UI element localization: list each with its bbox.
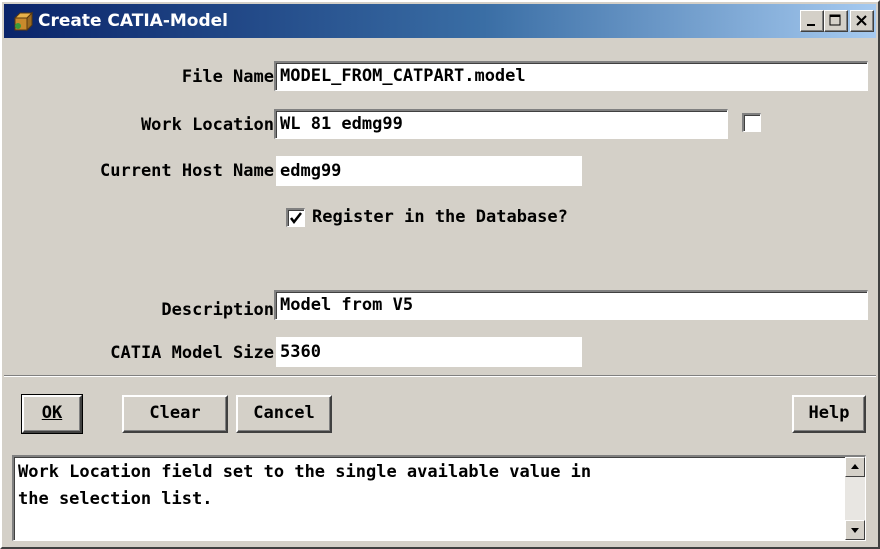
file-name-field[interactable]: MODEL_FROM_CATPART.model bbox=[274, 61, 868, 91]
close-button[interactable] bbox=[850, 10, 874, 32]
window-title: Create CATIA-Model bbox=[38, 11, 229, 31]
ok-button-label: OK bbox=[41, 403, 63, 423]
work-location-label: Work Location bbox=[140, 115, 274, 135]
ok-button[interactable]: OK bbox=[21, 394, 83, 434]
catia-app-icon bbox=[12, 10, 34, 32]
work-location-checkbox[interactable] bbox=[742, 113, 761, 132]
current-host-name-label: Current Host Name bbox=[100, 161, 274, 181]
work-location-field[interactable]: WL 81 edmg99 bbox=[274, 109, 728, 139]
register-checkbox[interactable] bbox=[286, 208, 305, 227]
model-size-label: CATIA Model Size bbox=[110, 343, 274, 363]
register-label[interactable]: Register in the Database? bbox=[312, 205, 568, 229]
clear-button-label: Clear bbox=[149, 403, 201, 423]
model-size-value: 5360 bbox=[276, 337, 582, 367]
help-button-label: Help bbox=[808, 403, 850, 423]
scroll-down-button[interactable] bbox=[845, 520, 865, 540]
title-bar[interactable]: Create CATIA-Model bbox=[4, 4, 876, 38]
description-field[interactable]: Model from V5 bbox=[274, 290, 868, 320]
clear-button[interactable]: Clear bbox=[122, 395, 228, 433]
file-name-label: File Name bbox=[181, 67, 274, 87]
minimize-button[interactable] bbox=[800, 10, 824, 32]
cancel-button[interactable]: Cancel bbox=[236, 395, 332, 433]
description-label: Description bbox=[161, 300, 274, 320]
message-area[interactable]: Work Location field set to the single av… bbox=[12, 455, 866, 541]
help-button[interactable]: Help bbox=[792, 395, 866, 433]
status-message: Work Location field set to the single av… bbox=[18, 462, 592, 509]
cancel-button-label: Cancel bbox=[253, 403, 315, 423]
create-catia-model-dialog: Create CATIA-Model File Name MODEL_FROM_… bbox=[0, 0, 880, 549]
current-host-name-value: edmg99 bbox=[276, 156, 582, 186]
scroll-up-button[interactable] bbox=[845, 457, 865, 477]
divider bbox=[4, 375, 876, 377]
message-scrollbar[interactable] bbox=[845, 457, 865, 540]
maximize-button[interactable] bbox=[824, 10, 848, 32]
